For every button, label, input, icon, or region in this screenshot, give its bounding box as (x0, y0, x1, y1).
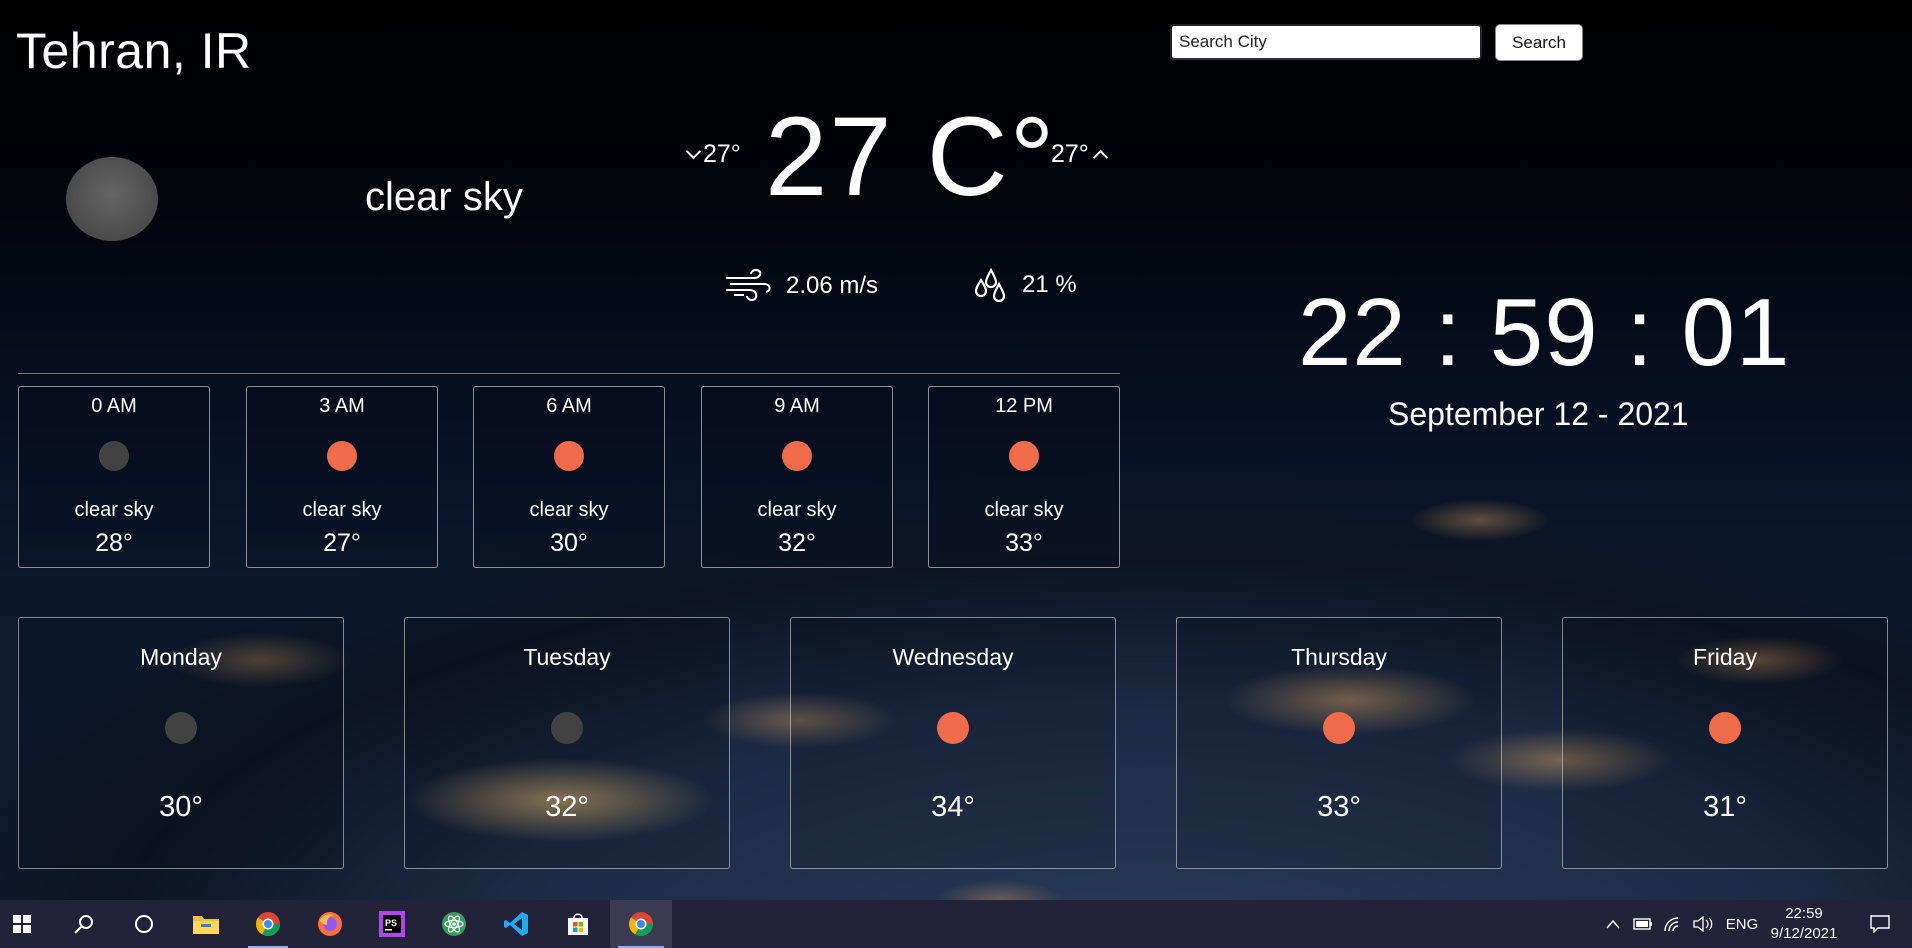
hourly-description: clear sky (302, 499, 382, 521)
hourly-description: clear sky (74, 499, 154, 521)
taskbar-time: 22:59 (1785, 905, 1823, 922)
daily-day: Monday (140, 644, 222, 670)
cortana-icon[interactable] (114, 900, 174, 948)
humidity-icon (974, 268, 1006, 302)
sun-icon (1323, 712, 1355, 744)
windows-start-icon[interactable] (0, 900, 44, 948)
hourly-temp: 30° (550, 529, 588, 557)
hourly-card: 0 AM clear sky 28° (18, 386, 210, 568)
firefox-icon[interactable] (300, 900, 360, 948)
daily-temp: 33° (1317, 791, 1361, 823)
daily-day: Friday (1693, 644, 1757, 670)
daily-card: Monday 30° (18, 617, 344, 869)
language-indicator[interactable]: ENG (1722, 900, 1762, 948)
moon-icon (165, 712, 197, 744)
moon-icon (66, 157, 158, 241)
speaker-icon[interactable] (1690, 900, 1716, 948)
sun-icon (327, 441, 357, 471)
hourly-time: 6 AM (546, 395, 592, 417)
clock-date: September 12 - 2021 (1388, 396, 1689, 432)
hourly-time: 0 AM (91, 395, 137, 417)
chevron-down-icon (685, 143, 702, 160)
daily-card: Friday 31° (1562, 617, 1888, 869)
search-input[interactable] (1170, 24, 1482, 60)
moon-icon (99, 441, 129, 471)
daily-temp: 30° (159, 791, 203, 823)
hourly-temp: 28° (95, 529, 133, 557)
current-temperature: 27 C° (765, 94, 1057, 219)
hourly-temp: 33° (1005, 529, 1043, 557)
daily-day: Wednesday (892, 644, 1014, 670)
sun-icon (1709, 712, 1741, 744)
hourly-card: 12 PM clear sky 33° (928, 386, 1120, 568)
divider (18, 373, 1120, 374)
svg-text:PS: PS (385, 918, 397, 928)
humidity-value: 21 % (1022, 271, 1077, 298)
hourly-time: 3 AM (319, 395, 365, 417)
taskbar-date: 9/12/2021 (1770, 925, 1838, 942)
hourly-description: clear sky (757, 499, 837, 521)
daily-day: Tuesday (523, 644, 611, 670)
chrome-icon[interactable] (610, 900, 672, 948)
daily-card: Wednesday 34° (790, 617, 1116, 869)
hourly-description: clear sky (984, 499, 1064, 521)
sun-icon (937, 712, 969, 744)
current-description: clear sky (365, 175, 523, 219)
daily-temp: 31° (1703, 791, 1747, 823)
hourly-temp: 27° (323, 529, 361, 557)
search-icon[interactable] (54, 900, 114, 948)
temp-max: 27° (1051, 140, 1110, 169)
hourly-temp: 32° (778, 529, 816, 557)
store-icon[interactable] (548, 900, 608, 948)
file-explorer-icon[interactable] (176, 900, 236, 948)
hourly-card: 3 AM clear sky 27° (246, 386, 438, 568)
sun-icon (782, 441, 812, 471)
phpstorm-icon[interactable]: PS (362, 900, 422, 948)
moon-icon (551, 712, 583, 744)
daily-temp: 32° (545, 791, 589, 823)
temp-max-value: 27° (1051, 140, 1089, 168)
vscode-icon[interactable] (486, 900, 546, 948)
sun-icon (554, 441, 584, 471)
daily-day: Thursday (1291, 644, 1387, 670)
taskbar-clock[interactable]: 22:59 9/12/2021 (1762, 904, 1846, 944)
hourly-description: clear sky (529, 499, 609, 521)
daily-card: Tuesday 32° (404, 617, 730, 869)
atom-icon[interactable] (424, 900, 484, 948)
battery-icon[interactable] (1630, 900, 1656, 948)
wifi-icon[interactable] (1660, 900, 1686, 948)
wind-value: 2.06 m/s (786, 272, 879, 299)
wind-icon (726, 268, 771, 302)
clock-time: 22 : 59 : 01 (1298, 279, 1791, 386)
daily-temp: 34° (931, 791, 975, 823)
chevron-up-icon (1092, 149, 1109, 166)
humidity-info: 21 % (972, 268, 1077, 302)
taskbar: PS ENG 22:59 9/12/2021 (0, 900, 1912, 948)
chrome-icon[interactable] (238, 900, 298, 948)
hourly-time: 12 PM (995, 395, 1053, 417)
hourly-card: 6 AM clear sky 30° (473, 386, 665, 568)
wind-info: 2.06 m/s (724, 268, 878, 304)
search-button[interactable]: Search (1495, 24, 1583, 61)
hourly-card: 9 AM clear sky 32° (701, 386, 893, 568)
city-name: Tehran, IR (16, 23, 252, 79)
hourly-time: 9 AM (774, 395, 820, 417)
daily-card: Thursday 33° (1176, 617, 1502, 869)
chevron-up-icon[interactable] (1600, 900, 1626, 948)
sun-icon (1009, 441, 1039, 471)
temp-min: 27° (685, 140, 741, 169)
notification-icon[interactable] (1860, 900, 1900, 948)
temp-min-value: 27° (703, 140, 741, 168)
